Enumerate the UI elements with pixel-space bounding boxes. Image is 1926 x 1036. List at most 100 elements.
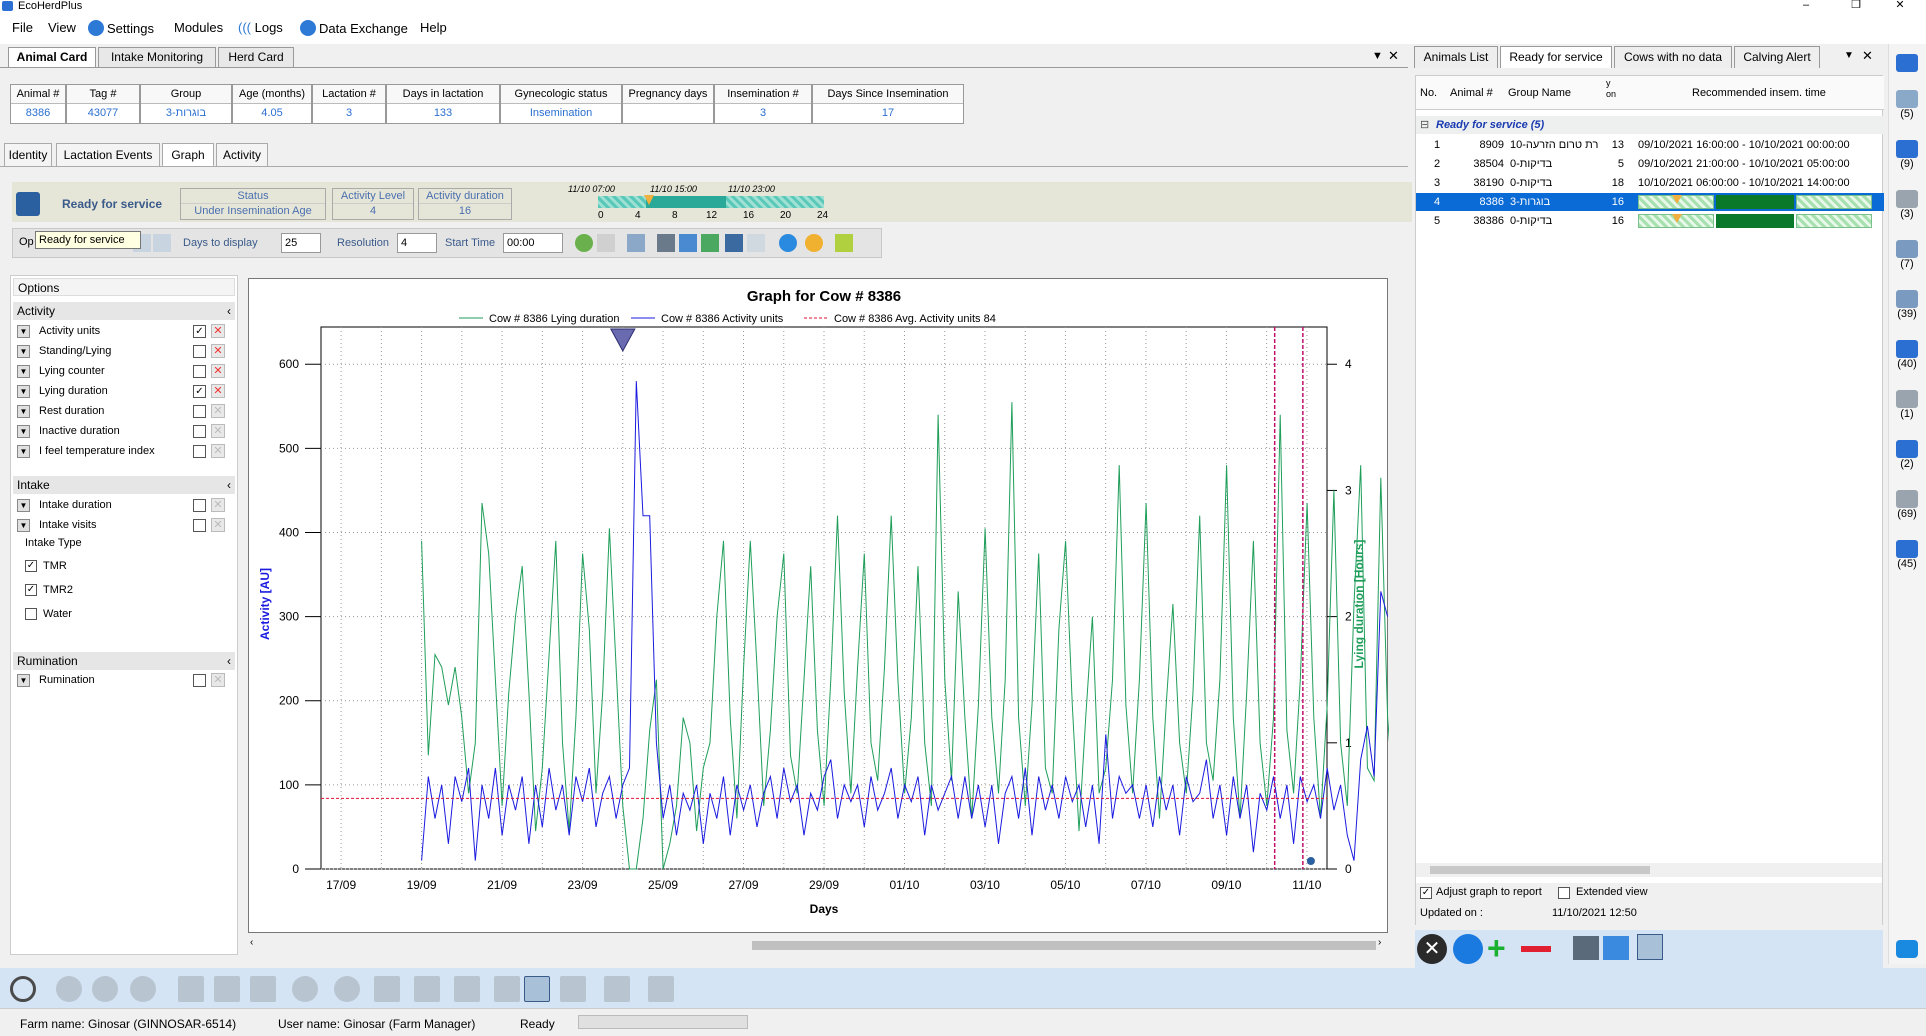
panel-horizontal-scrollbar[interactable] bbox=[1416, 863, 1882, 877]
edit-icon[interactable] bbox=[214, 976, 240, 1002]
tab-animals-list[interactable]: Animals List bbox=[1414, 46, 1498, 68]
close-window-button[interactable]: ✕ bbox=[1880, 0, 1920, 12]
sidebar-cow-icon[interactable] bbox=[1890, 54, 1924, 72]
expand-triangle-icon[interactable]: ▼ bbox=[17, 325, 30, 338]
remove-option-icon[interactable]: ✕ bbox=[211, 324, 225, 338]
expand-triangle-icon[interactable]: ▼ bbox=[17, 499, 30, 512]
start-time-select[interactable]: 00:00 bbox=[503, 233, 563, 253]
tab-calving-alert[interactable]: Calving Alert bbox=[1734, 46, 1820, 68]
copy-icon[interactable] bbox=[747, 234, 765, 252]
save-icon[interactable] bbox=[725, 234, 743, 252]
expand-triangle-icon[interactable]: ▼ bbox=[17, 385, 30, 398]
ready-for-service-row[interactable]: 4 8386 3-בוגרות 16 bbox=[1416, 193, 1884, 211]
option-checkbox[interactable]: ✓ bbox=[193, 325, 206, 338]
rumination-section-header[interactable]: Rumination ‹ bbox=[13, 652, 235, 670]
option-checkbox[interactable] bbox=[193, 674, 206, 687]
option-checkbox[interactable] bbox=[193, 499, 206, 512]
adjust-graph-checkbox[interactable]: ✓ bbox=[1420, 887, 1432, 899]
sidebar-sync-button[interactable] bbox=[1890, 940, 1924, 958]
panel-scroll-thumb[interactable] bbox=[1430, 866, 1650, 874]
ready-for-service-row[interactable]: 1 8909 10-רת טרום הזרעה 13 09/10/2021 16:00:… bbox=[1416, 136, 1884, 154]
scroll-left-icon[interactable]: ‹ bbox=[250, 937, 253, 948]
sort-icon[interactable] bbox=[374, 976, 400, 1002]
option-checkbox[interactable] bbox=[193, 345, 206, 358]
expand-triangle-icon[interactable]: ▼ bbox=[17, 519, 30, 532]
ready-for-service-row[interactable]: 5 38386 0-בדיקות 16 bbox=[1416, 212, 1884, 230]
tab-herd-card[interactable]: Herd Card bbox=[218, 47, 294, 67]
maximize-button[interactable]: ❐ bbox=[1836, 0, 1876, 12]
menu-file[interactable]: File bbox=[12, 20, 33, 35]
days-to-display-stepper[interactable]: 25 bbox=[281, 233, 321, 253]
sidebar-alert-item[interactable]: (2) bbox=[1890, 440, 1924, 470]
option-checkbox[interactable] bbox=[193, 425, 206, 438]
refresh-icon[interactable] bbox=[779, 234, 797, 252]
sidebar-alert-item[interactable]: (7) bbox=[1890, 240, 1924, 270]
menu-logs[interactable]: ((( Logs bbox=[238, 20, 283, 35]
remove-option-icon[interactable]: ✕ bbox=[211, 518, 225, 532]
dropdown-arrow-icon[interactable]: ▼ bbox=[1372, 50, 1383, 62]
add-icon[interactable]: + bbox=[1487, 932, 1506, 964]
document-icon[interactable] bbox=[604, 976, 630, 1002]
intake-type-checkbox[interactable] bbox=[25, 608, 37, 620]
remove-icon[interactable] bbox=[1521, 946, 1551, 952]
graph-bottom-icon[interactable] bbox=[524, 976, 550, 1002]
sidebar-alert-item[interactable]: (45) bbox=[1890, 540, 1924, 570]
print-icon[interactable] bbox=[657, 234, 675, 252]
expand-triangle-icon[interactable]: ▼ bbox=[17, 445, 30, 458]
excel-icon[interactable] bbox=[701, 234, 719, 252]
report2-icon[interactable] bbox=[153, 234, 171, 252]
sidebar-alert-item[interactable]: (40) bbox=[1890, 340, 1924, 370]
activity-section-header[interactable]: Activity ‹ bbox=[13, 302, 235, 320]
delete-icon[interactable] bbox=[250, 976, 276, 1002]
subtab-lactation-events[interactable]: Lactation Events bbox=[56, 143, 160, 167]
chart-horizontal-scrollbar[interactable]: ‹ › bbox=[248, 937, 1388, 953]
group-row[interactable]: ⊟ Ready for service (5) bbox=[1416, 116, 1884, 134]
cancel-disabled-icon[interactable] bbox=[130, 976, 156, 1002]
expand-triangle-icon[interactable]: ▼ bbox=[17, 345, 30, 358]
subtab-activity[interactable]: Activity bbox=[216, 143, 268, 167]
option-checkbox[interactable] bbox=[193, 519, 206, 532]
menu-view[interactable]: View bbox=[48, 20, 76, 35]
tab-ready-for-service[interactable]: Ready for service bbox=[1500, 46, 1612, 68]
export-panel-icon[interactable] bbox=[1603, 936, 1629, 960]
minimize-button[interactable]: – bbox=[1786, 0, 1826, 12]
expand-triangle-icon[interactable]: ▼ bbox=[17, 674, 30, 687]
chart-style-icon[interactable] bbox=[835, 234, 853, 252]
option-checkbox[interactable]: ✓ bbox=[193, 385, 206, 398]
sidebar-alert-item[interactable]: (39) bbox=[1890, 290, 1924, 320]
chart-panel-icon[interactable] bbox=[1637, 934, 1663, 960]
expand-triangle-icon[interactable]: ▼ bbox=[17, 405, 30, 418]
intake-section-header[interactable]: Intake ‹ bbox=[13, 476, 235, 494]
remove-option-icon[interactable]: ✕ bbox=[211, 344, 225, 358]
scroll-right-icon[interactable]: › bbox=[1378, 937, 1381, 948]
sidebar-alert-item[interactable]: (9) bbox=[1890, 140, 1924, 170]
refresh-panel-icon[interactable] bbox=[1453, 934, 1483, 964]
ready-for-service-row[interactable]: 3 38190 0-בדיקות 18 10/10/2021 06:00:00 - 10… bbox=[1416, 174, 1884, 192]
remove-option-icon[interactable]: ✕ bbox=[211, 364, 225, 378]
settings-icon[interactable] bbox=[575, 234, 593, 252]
close-tab-icon[interactable]: ✕ bbox=[1388, 48, 1399, 64]
sidebar-alert-item[interactable]: (3) bbox=[1890, 190, 1924, 220]
ready-for-service-row[interactable]: 2 38504 0-בדיקות 5 09/10/2021 21:00:00 - 10/… bbox=[1416, 155, 1884, 173]
remove-option-icon[interactable]: ✕ bbox=[211, 444, 225, 458]
remove-option-icon[interactable]: ✕ bbox=[211, 673, 225, 687]
panel-close-icon[interactable]: ✕ bbox=[1862, 48, 1873, 64]
intake-type-checkbox[interactable]: ✓ bbox=[25, 584, 37, 596]
expand-triangle-icon[interactable]: ▼ bbox=[17, 365, 30, 378]
option-checkbox[interactable] bbox=[193, 365, 206, 378]
report-bottom-icon[interactable] bbox=[560, 976, 586, 1002]
extended-view-checkbox[interactable] bbox=[1558, 887, 1570, 899]
print-bottom-icon[interactable] bbox=[414, 976, 440, 1002]
remove-option-icon[interactable]: ✕ bbox=[211, 424, 225, 438]
link-icon[interactable] bbox=[597, 234, 615, 252]
remove-option-icon[interactable]: ✕ bbox=[211, 404, 225, 418]
option-checkbox[interactable] bbox=[193, 445, 206, 458]
refresh-disabled-icon[interactable] bbox=[92, 976, 118, 1002]
settings-bottom-icon[interactable] bbox=[334, 976, 360, 1002]
history-icon[interactable] bbox=[292, 976, 318, 1002]
add-disabled-icon[interactable] bbox=[178, 976, 204, 1002]
export-icon[interactable] bbox=[679, 234, 697, 252]
menu-modules[interactable]: Modules bbox=[174, 20, 223, 35]
sidebar-alert-item[interactable]: (5) bbox=[1890, 90, 1924, 120]
option-checkbox[interactable] bbox=[193, 405, 206, 418]
